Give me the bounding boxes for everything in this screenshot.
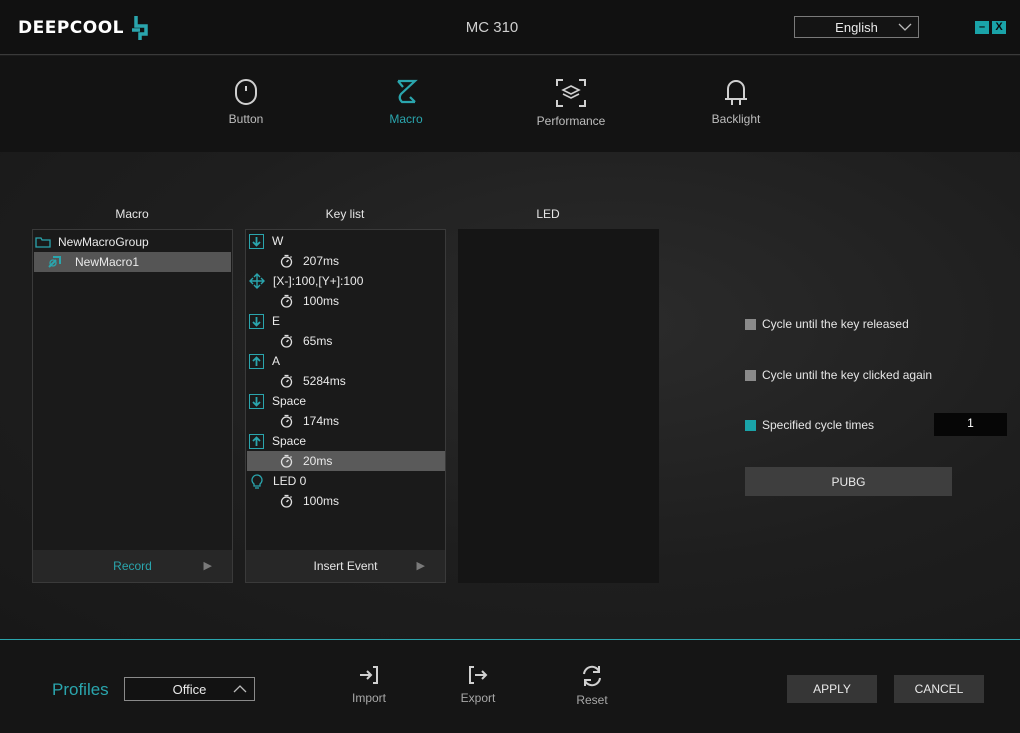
performance-icon bbox=[556, 79, 586, 107]
keylist-row-text: [X-]:100,[Y+]:100 bbox=[273, 274, 364, 288]
stopwatch-icon bbox=[280, 334, 293, 348]
cancel-button[interactable]: CANCEL bbox=[894, 675, 984, 703]
keylist-row[interactable]: 100ms bbox=[247, 291, 445, 311]
reset-button[interactable]: Reset bbox=[562, 665, 622, 707]
keylist-row-text: LED 0 bbox=[273, 474, 307, 488]
specified-cycle-checkbox[interactable] bbox=[745, 419, 756, 431]
deepcool-logo: DEEPCOOL bbox=[18, 16, 152, 40]
keylist-row-text: 100ms bbox=[303, 494, 340, 508]
stopwatch-icon bbox=[280, 374, 293, 388]
specified-cycle-option[interactable]: Specified cycle times bbox=[745, 418, 874, 432]
language-value: English bbox=[835, 19, 878, 35]
nav-bar: Button Macro Performance Backlight bbox=[0, 56, 1020, 152]
keylist-row[interactable]: 174ms bbox=[247, 411, 445, 431]
cycle-clicked-checkbox[interactable] bbox=[745, 369, 756, 381]
stopwatch-icon bbox=[280, 414, 293, 428]
deepcool-mark-icon bbox=[132, 16, 148, 40]
profiles-label: Profiles bbox=[52, 680, 109, 699]
close-button[interactable]: X bbox=[992, 21, 1006, 34]
stopwatch-icon bbox=[280, 454, 293, 468]
macro-group[interactable]: NewMacroGroup bbox=[35, 232, 231, 252]
macro-header: Macro bbox=[115, 207, 149, 221]
macro-icon bbox=[397, 79, 418, 104]
profile-select[interactable]: Office bbox=[124, 677, 255, 701]
keylist-row-text: Space bbox=[272, 434, 307, 448]
import-icon bbox=[360, 666, 378, 684]
backlight-icon bbox=[725, 80, 747, 105]
cycle-clicked-option[interactable]: Cycle until the key clicked again bbox=[745, 368, 932, 382]
play-icon: ▶ bbox=[416, 560, 425, 572]
import-button[interactable]: Import bbox=[339, 665, 399, 705]
keylist-row[interactable]: [X-]:100,[Y+]:100 bbox=[247, 271, 445, 291]
mouse-icon bbox=[235, 79, 257, 105]
keylist-row-text: 65ms bbox=[303, 334, 333, 348]
keylist-row-text: 207ms bbox=[303, 254, 340, 268]
keylist-row-text: 174ms bbox=[303, 414, 340, 428]
keylist-row-text: W bbox=[272, 234, 284, 248]
keylist-row-text: 20ms bbox=[303, 454, 333, 468]
cycle-released-option[interactable]: Cycle until the key released bbox=[745, 317, 909, 331]
play-icon: ▶ bbox=[203, 560, 212, 572]
keylist-row-text: A bbox=[272, 354, 281, 368]
macro-item[interactable]: NewMacro1 bbox=[34, 252, 231, 272]
export-button[interactable]: Export bbox=[448, 665, 508, 705]
stopwatch-icon bbox=[280, 294, 293, 308]
language-select[interactable]: English bbox=[794, 16, 919, 38]
tab-button[interactable]: Button bbox=[191, 78, 301, 126]
keylist-row[interactable]: E bbox=[247, 311, 445, 331]
keylist-row[interactable]: 65ms bbox=[247, 331, 445, 351]
move-arrows-icon bbox=[249, 273, 265, 289]
key-down-icon bbox=[249, 233, 264, 249]
keylist-row[interactable]: 207ms bbox=[247, 251, 445, 271]
stopwatch-icon bbox=[280, 254, 293, 268]
keylist-row-text: 5284ms bbox=[303, 374, 346, 388]
keylist-row-text: Space bbox=[272, 394, 307, 408]
led-header: LED bbox=[536, 207, 560, 221]
keylist-row[interactable]: A bbox=[247, 351, 445, 371]
tab-macro[interactable]: Macro bbox=[351, 78, 461, 126]
macro-panel: NewMacroGroup NewMacro1 Record ▶ bbox=[32, 229, 233, 583]
minimize-button[interactable]: – bbox=[975, 21, 989, 34]
led-bulb-icon bbox=[251, 474, 263, 489]
apply-button[interactable]: APPLY bbox=[787, 675, 877, 703]
keylist-row[interactable]: 100ms bbox=[247, 491, 445, 511]
tab-performance[interactable]: Performance bbox=[516, 78, 626, 128]
led-panel bbox=[458, 229, 659, 583]
keylist-row[interactable]: 20ms bbox=[247, 451, 445, 471]
keylist-row[interactable]: Space bbox=[247, 391, 445, 411]
keylist-row[interactable]: W bbox=[247, 231, 445, 251]
chevron-up-icon bbox=[233, 685, 247, 693]
key-up-icon bbox=[249, 353, 264, 369]
pubg-button[interactable]: PUBG bbox=[745, 467, 952, 496]
folder-icon bbox=[35, 237, 51, 248]
key-down-icon bbox=[249, 313, 264, 329]
tab-backlight[interactable]: Backlight bbox=[681, 78, 791, 126]
keylist-header: Key list bbox=[325, 207, 365, 221]
keylist-row-text: 100ms bbox=[303, 294, 340, 308]
title-bar: DEEPCOOL MC 310 English – X bbox=[0, 0, 1020, 55]
stopwatch-icon bbox=[280, 494, 293, 508]
reset-icon bbox=[583, 665, 601, 687]
cycle-times-input[interactable]: 1 bbox=[934, 413, 1007, 436]
cycle-released-checkbox[interactable] bbox=[745, 318, 756, 330]
window-title: MC 310 bbox=[465, 19, 519, 36]
chevron-down-icon bbox=[898, 23, 912, 31]
key-down-icon bbox=[249, 393, 264, 409]
keylist-panel: 100ms LED 0 20ms Space 174ms Space 5284ms A 65ms… bbox=[245, 229, 446, 583]
keylist-row[interactable]: LED 0 bbox=[247, 471, 445, 491]
record-button[interactable]: Record ▶ bbox=[33, 550, 232, 582]
keylist-row-text: E bbox=[272, 314, 281, 328]
key-up-icon bbox=[249, 433, 264, 449]
keylist-row[interactable]: Space bbox=[247, 431, 445, 451]
macro-file-icon bbox=[48, 256, 61, 268]
keylist-row[interactable]: 5284ms bbox=[247, 371, 445, 391]
insert-event-button[interactable]: Insert Event ▶ bbox=[246, 550, 445, 582]
export-icon bbox=[469, 666, 488, 684]
